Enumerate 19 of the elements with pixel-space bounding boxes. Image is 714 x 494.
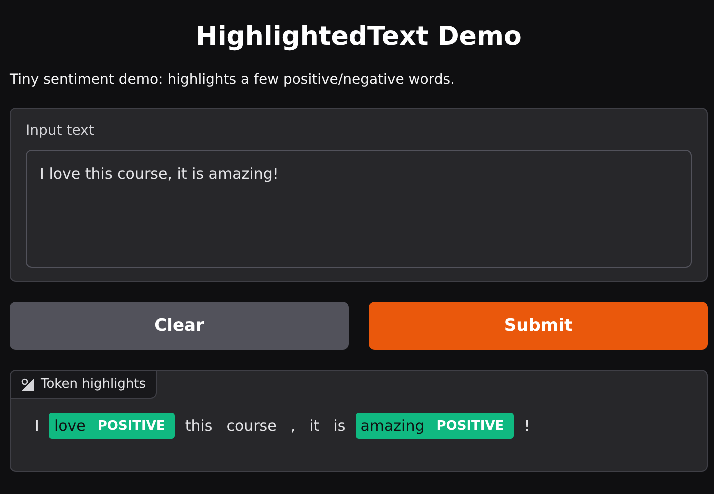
token-word: love [54, 417, 86, 435]
token: ! [523, 416, 532, 437]
output-label: Token highlights [41, 377, 146, 392]
token-word: amazing [360, 417, 425, 435]
token: I [34, 416, 40, 437]
token: it [308, 416, 321, 437]
page-title: HighlightedText Demo [195, 22, 523, 52]
text-highlight-icon [21, 378, 35, 392]
token: course [226, 416, 278, 437]
token-label: POSITIVE [98, 418, 166, 434]
token-label: POSITIVE [436, 418, 504, 434]
description: Tiny sentiment demo: highlights a few positive/negative words. [10, 72, 456, 88]
submit-button[interactable]: Submit [369, 302, 708, 350]
token: is [332, 416, 347, 437]
input-field[interactable]: I love this course, it is amazing! [26, 150, 692, 268]
input-label: Input text [26, 123, 96, 139]
clear-button[interactable]: Clear [10, 302, 349, 350]
token: this [184, 416, 214, 437]
token: , [290, 416, 297, 437]
